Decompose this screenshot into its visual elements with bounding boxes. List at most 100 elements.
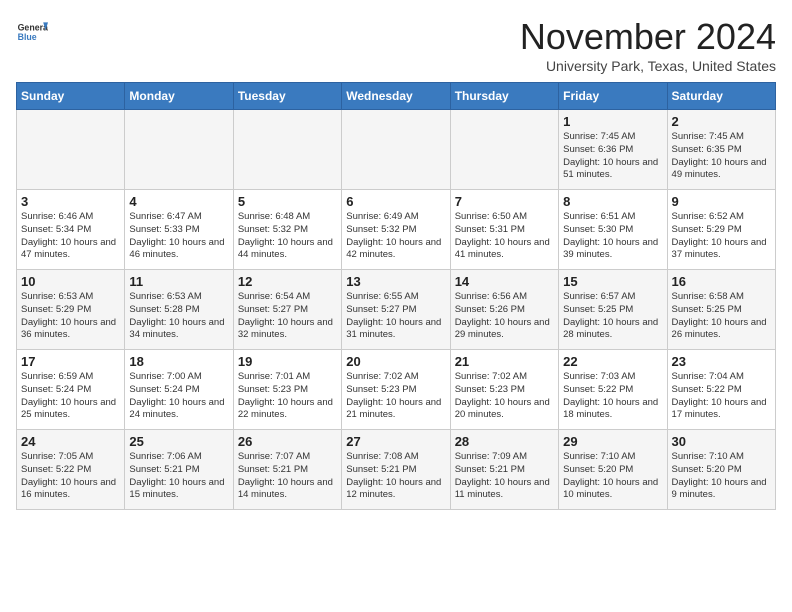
calendar-cell: 12 Sunrise: 6:54 AM Sunset: 5:27 PM Dayli… xyxy=(233,270,341,350)
day-info: Sunrise: 6:54 AM Sunset: 5:27 PM Dayligh… xyxy=(238,291,337,342)
month-title: November 2024 xyxy=(520,16,776,58)
day-number: 9 xyxy=(672,194,771,209)
day-number: 21 xyxy=(455,354,554,369)
day-number: 6 xyxy=(346,194,445,209)
day-info: Sunrise: 7:08 AM Sunset: 5:21 PM Dayligh… xyxy=(346,451,445,502)
day-number: 19 xyxy=(238,354,337,369)
calendar-week-2: 3Sunrise: 6:46 AM Sunset: 5:34 PM Daylig… xyxy=(17,190,776,270)
day-number: 29 xyxy=(563,434,662,449)
day-info: Sunrise: 7:07 AM Sunset: 5:21 PM Dayligh… xyxy=(238,451,337,502)
calendar-cell: 11 Sunrise: 6:53 AM Sunset: 5:28 PM Dayli… xyxy=(125,270,233,350)
page-header: General Blue November 2024 University Pa… xyxy=(16,16,776,74)
day-number: 2 xyxy=(672,114,771,129)
day-number: 25 xyxy=(129,434,228,449)
calendar-table: SundayMondayTuesdayWednesdayThursdayFrid… xyxy=(16,82,776,510)
day-info: Sunrise: 7:45 AM Sunset: 6:36 PM Dayligh… xyxy=(563,131,662,182)
calendar-cell: 6Sunrise: 6:49 AM Sunset: 5:32 PM Daylig… xyxy=(342,190,450,270)
day-info: Sunrise: 7:10 AM Sunset: 5:20 PM Dayligh… xyxy=(563,451,662,502)
day-info: Sunrise: 6:51 AM Sunset: 5:30 PM Dayligh… xyxy=(563,211,662,262)
svg-text:General: General xyxy=(18,22,48,32)
day-info: Sunrise: 7:03 AM Sunset: 5:22 PM Dayligh… xyxy=(563,371,662,422)
calendar-cell xyxy=(342,110,450,190)
day-number: 1 xyxy=(563,114,662,129)
day-number: 7 xyxy=(455,194,554,209)
day-info: Sunrise: 7:09 AM Sunset: 5:21 PM Dayligh… xyxy=(455,451,554,502)
calendar-cell xyxy=(233,110,341,190)
day-number: 27 xyxy=(346,434,445,449)
day-info: Sunrise: 7:06 AM Sunset: 5:21 PM Dayligh… xyxy=(129,451,228,502)
day-number: 14 xyxy=(455,274,554,289)
calendar-cell xyxy=(125,110,233,190)
calendar-cell: 24 Sunrise: 7:05 AM Sunset: 5:22 PM Dayli… xyxy=(17,430,125,510)
weekday-header-thursday: Thursday xyxy=(450,83,558,110)
calendar-cell: 10 Sunrise: 6:53 AM Sunset: 5:29 PM Dayli… xyxy=(17,270,125,350)
calendar-cell: 23 Sunrise: 7:04 AM Sunset: 5:22 PM Dayli… xyxy=(667,350,775,430)
calendar-cell: 13Sunrise: 6:55 AM Sunset: 5:27 PM Dayli… xyxy=(342,270,450,350)
calendar-cell: 28 Sunrise: 7:09 AM Sunset: 5:21 PM Dayli… xyxy=(450,430,558,510)
title-block: November 2024 University Park, Texas, Un… xyxy=(520,16,776,74)
calendar-cell: 26 Sunrise: 7:07 AM Sunset: 5:21 PM Dayli… xyxy=(233,430,341,510)
calendar-cell xyxy=(450,110,558,190)
calendar-cell: 5Sunrise: 6:48 AM Sunset: 5:32 PM Daylig… xyxy=(233,190,341,270)
day-info: Sunrise: 7:45 AM Sunset: 6:35 PM Dayligh… xyxy=(672,131,771,182)
location: University Park, Texas, United States xyxy=(520,58,776,74)
day-number: 15 xyxy=(563,274,662,289)
day-info: Sunrise: 7:10 AM Sunset: 5:20 PM Dayligh… xyxy=(672,451,771,502)
day-number: 8 xyxy=(563,194,662,209)
calendar-cell: 20Sunrise: 7:02 AM Sunset: 5:23 PM Dayli… xyxy=(342,350,450,430)
day-info: Sunrise: 7:05 AM Sunset: 5:22 PM Dayligh… xyxy=(21,451,120,502)
calendar-cell: 8 Sunrise: 6:51 AM Sunset: 5:30 PM Daylig… xyxy=(559,190,667,270)
calendar-cell: 17Sunrise: 6:59 AM Sunset: 5:24 PM Dayli… xyxy=(17,350,125,430)
day-info: Sunrise: 6:55 AM Sunset: 5:27 PM Dayligh… xyxy=(346,291,445,342)
day-number: 22 xyxy=(563,354,662,369)
day-number: 17 xyxy=(21,354,120,369)
calendar-cell: 14 Sunrise: 6:56 AM Sunset: 5:26 PM Dayli… xyxy=(450,270,558,350)
day-info: Sunrise: 6:52 AM Sunset: 5:29 PM Dayligh… xyxy=(672,211,771,262)
day-info: Sunrise: 6:56 AM Sunset: 5:26 PM Dayligh… xyxy=(455,291,554,342)
day-number: 11 xyxy=(129,274,228,289)
day-number: 5 xyxy=(238,194,337,209)
day-info: Sunrise: 6:58 AM Sunset: 5:25 PM Dayligh… xyxy=(672,291,771,342)
day-number: 20 xyxy=(346,354,445,369)
calendar-cell: 1 Sunrise: 7:45 AM Sunset: 6:36 PM Daylig… xyxy=(559,110,667,190)
calendar-cell: 7 Sunrise: 6:50 AM Sunset: 5:31 PM Daylig… xyxy=(450,190,558,270)
day-info: Sunrise: 6:47 AM Sunset: 5:33 PM Dayligh… xyxy=(129,211,228,262)
calendar-cell: 22 Sunrise: 7:03 AM Sunset: 5:22 PM Dayli… xyxy=(559,350,667,430)
weekday-header-wednesday: Wednesday xyxy=(342,83,450,110)
calendar-cell: 30Sunrise: 7:10 AM Sunset: 5:20 PM Dayli… xyxy=(667,430,775,510)
calendar-week-1: 1 Sunrise: 7:45 AM Sunset: 6:36 PM Daylig… xyxy=(17,110,776,190)
calendar-cell: 27 Sunrise: 7:08 AM Sunset: 5:21 PM Dayli… xyxy=(342,430,450,510)
weekday-header-friday: Friday xyxy=(559,83,667,110)
logo: General Blue xyxy=(16,16,48,48)
day-info: Sunrise: 7:04 AM Sunset: 5:22 PM Dayligh… xyxy=(672,371,771,422)
day-number: 24 xyxy=(21,434,120,449)
calendar-week-4: 17Sunrise: 6:59 AM Sunset: 5:24 PM Dayli… xyxy=(17,350,776,430)
weekday-header-sunday: Sunday xyxy=(17,83,125,110)
calendar-cell: 29 Sunrise: 7:10 AM Sunset: 5:20 PM Dayli… xyxy=(559,430,667,510)
calendar-cell: 19 Sunrise: 7:01 AM Sunset: 5:23 PM Dayli… xyxy=(233,350,341,430)
calendar-cell: 4 Sunrise: 6:47 AM Sunset: 5:33 PM Daylig… xyxy=(125,190,233,270)
weekday-header-monday: Monday xyxy=(125,83,233,110)
day-info: Sunrise: 7:01 AM Sunset: 5:23 PM Dayligh… xyxy=(238,371,337,422)
day-number: 28 xyxy=(455,434,554,449)
calendar-cell: 21 Sunrise: 7:02 AM Sunset: 5:23 PM Dayli… xyxy=(450,350,558,430)
day-info: Sunrise: 7:02 AM Sunset: 5:23 PM Dayligh… xyxy=(455,371,554,422)
logo-icon: General Blue xyxy=(16,16,48,48)
day-info: Sunrise: 6:53 AM Sunset: 5:29 PM Dayligh… xyxy=(21,291,120,342)
day-number: 10 xyxy=(21,274,120,289)
calendar-cell: 3Sunrise: 6:46 AM Sunset: 5:34 PM Daylig… xyxy=(17,190,125,270)
calendar-week-3: 10 Sunrise: 6:53 AM Sunset: 5:29 PM Dayli… xyxy=(17,270,776,350)
day-info: Sunrise: 6:53 AM Sunset: 5:28 PM Dayligh… xyxy=(129,291,228,342)
weekday-header-saturday: Saturday xyxy=(667,83,775,110)
day-info: Sunrise: 6:50 AM Sunset: 5:31 PM Dayligh… xyxy=(455,211,554,262)
calendar-cell: 2 Sunrise: 7:45 AM Sunset: 6:35 PM Daylig… xyxy=(667,110,775,190)
calendar-week-5: 24 Sunrise: 7:05 AM Sunset: 5:22 PM Dayli… xyxy=(17,430,776,510)
day-number: 3 xyxy=(21,194,120,209)
day-number: 26 xyxy=(238,434,337,449)
day-number: 23 xyxy=(672,354,771,369)
day-number: 12 xyxy=(238,274,337,289)
calendar-cell: 25 Sunrise: 7:06 AM Sunset: 5:21 PM Dayli… xyxy=(125,430,233,510)
day-info: Sunrise: 7:00 AM Sunset: 5:24 PM Dayligh… xyxy=(129,371,228,422)
day-number: 4 xyxy=(129,194,228,209)
calendar-cell xyxy=(17,110,125,190)
